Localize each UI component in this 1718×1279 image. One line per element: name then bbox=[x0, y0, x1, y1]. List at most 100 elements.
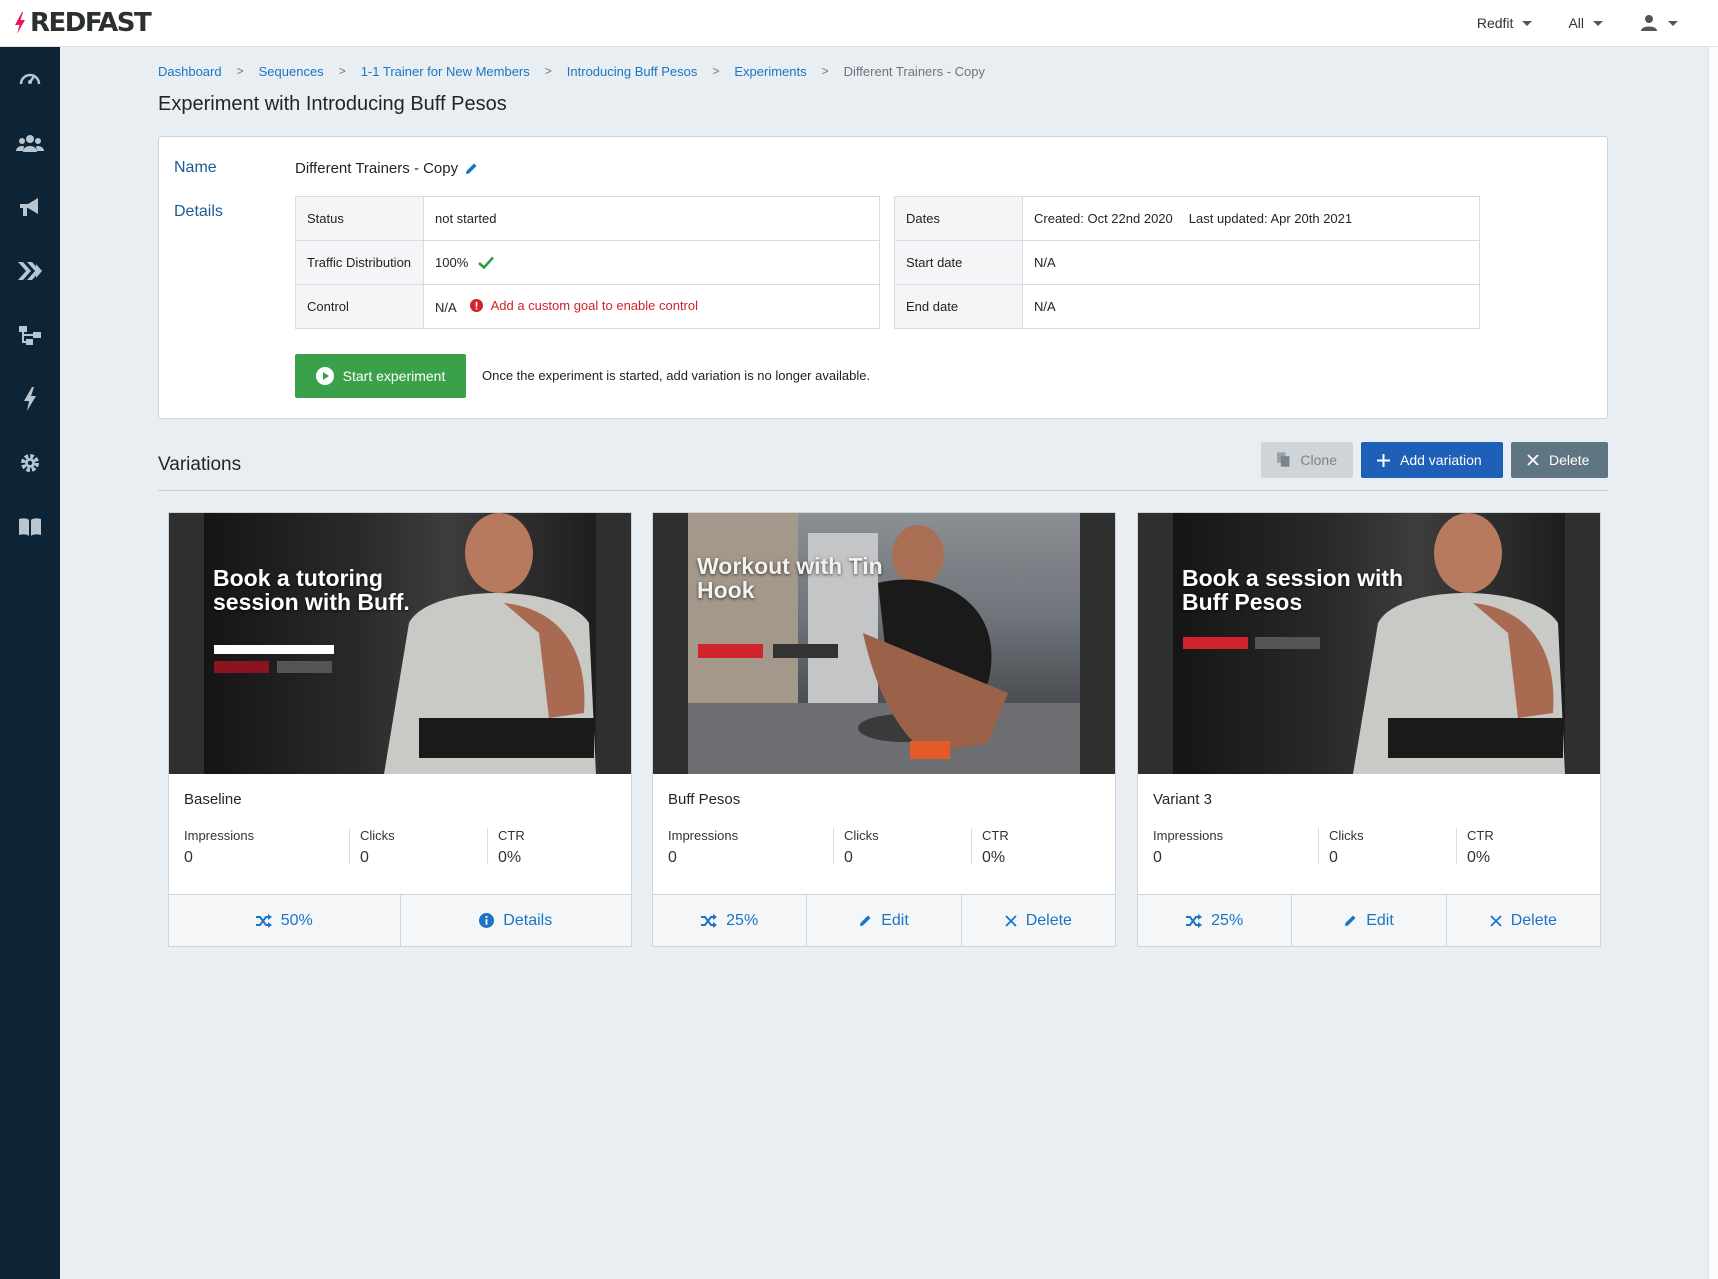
users-icon bbox=[16, 135, 44, 152]
delete-label: Delete bbox=[1549, 452, 1590, 468]
variation-stats: Impressions 0 Clicks 0 CTR 0% bbox=[668, 828, 1092, 866]
sidebar-item-users[interactable] bbox=[0, 111, 60, 175]
pencil-icon[interactable] bbox=[465, 162, 478, 175]
variation-preview-image[interactable]: Workout with Tin Hook bbox=[653, 513, 1115, 774]
clicks-stat: Clicks 0 bbox=[350, 828, 488, 866]
ctr-stat: CTR 0% bbox=[1467, 828, 1494, 866]
play-circle-icon bbox=[315, 367, 334, 385]
details-label: Details bbox=[174, 203, 223, 220]
dates-table: Dates Created: Oct 22nd 2020 Last updated… bbox=[894, 196, 1480, 329]
clicks-stat: Clicks 0 bbox=[1319, 828, 1457, 866]
bolt-logo-icon bbox=[15, 12, 25, 34]
variation-name: Baseline bbox=[184, 791, 242, 808]
close-icon bbox=[1490, 914, 1502, 927]
traffic-split-button[interactable]: 25% bbox=[653, 895, 806, 946]
control-key: Control bbox=[295, 284, 424, 329]
start-experiment-label: Start experiment bbox=[342, 368, 446, 384]
breadcrumb-dashboard[interactable]: Dashboard bbox=[158, 64, 222, 79]
start-date-row: Start date N/A bbox=[894, 240, 1480, 285]
delete-variation-button[interactable]: Delete bbox=[1445, 895, 1600, 946]
breadcrumb-campaign[interactable]: Introducing Buff Pesos bbox=[567, 64, 698, 79]
sidebar-item-docs[interactable] bbox=[0, 495, 60, 559]
variation-actions: 50% Details bbox=[169, 894, 631, 946]
sidebar-item-settings[interactable] bbox=[0, 431, 60, 495]
delete-variation-button[interactable]: Delete bbox=[960, 895, 1115, 946]
breadcrumb-sequence[interactable]: 1-1 Trainer for New Members bbox=[361, 64, 530, 79]
user-menu[interactable] bbox=[1639, 13, 1678, 33]
control-error: Add a custom goal to enable control bbox=[469, 298, 698, 313]
copy-icon bbox=[1277, 452, 1290, 467]
traffic-row: Traffic Distribution 100% bbox=[295, 240, 880, 285]
variation-name: Buff Pesos bbox=[668, 791, 741, 808]
breadcrumb: Dashboard > Sequences > 1-1 Trainer for Ne… bbox=[158, 64, 986, 79]
traffic-split-button[interactable]: 50% bbox=[169, 895, 400, 946]
variation-card-variant-3: Book a session with Buff Pesos Variant 3… bbox=[1137, 512, 1601, 947]
gear-icon bbox=[21, 454, 39, 472]
sidebar-item-flows[interactable] bbox=[0, 303, 60, 367]
org-dropdown[interactable]: Redfit bbox=[1477, 15, 1533, 31]
variation-stats: Impressions 0 Clicks 0 CTR 0% bbox=[184, 828, 608, 866]
megaphone-icon bbox=[20, 198, 38, 216]
impressions-stat: Impressions 0 bbox=[668, 828, 834, 866]
variation-actions: 25% Edit Delete bbox=[653, 894, 1115, 946]
shuffle-icon bbox=[255, 913, 272, 928]
add-variation-button[interactable]: Add variation bbox=[1361, 442, 1503, 478]
book-icon bbox=[19, 518, 41, 536]
filter-dropdown[interactable]: All bbox=[1568, 15, 1603, 31]
logo-text: REDFAST bbox=[30, 8, 152, 38]
experiment-name: Different Trainers - Copy bbox=[295, 160, 478, 177]
traffic-split-button[interactable]: 25% bbox=[1138, 895, 1291, 946]
sidebar-item-dashboard[interactable] bbox=[0, 47, 60, 111]
impressions-stat: Impressions 0 bbox=[184, 828, 350, 866]
ctr-stat: CTR 0% bbox=[498, 828, 525, 866]
filter-label: All bbox=[1568, 15, 1584, 31]
add-variation-label: Add variation bbox=[1400, 452, 1482, 468]
start-date-key: Start date bbox=[894, 240, 1023, 285]
experiment-panel: Name Different Trainers - Copy Details S… bbox=[158, 136, 1608, 419]
edit-button[interactable]: Edit bbox=[1291, 895, 1445, 946]
dates-row: Dates Created: Oct 22nd 2020 Last updated… bbox=[894, 196, 1480, 241]
traffic-value: 100% bbox=[435, 255, 469, 270]
sitemap-icon bbox=[19, 326, 41, 345]
sidebar-item-campaigns[interactable] bbox=[0, 175, 60, 239]
clone-label: Clone bbox=[1300, 452, 1337, 468]
divider bbox=[158, 490, 1608, 491]
traffic-cell: 100% bbox=[423, 240, 880, 285]
shuffle-icon bbox=[701, 913, 718, 928]
redfast-logo[interactable]: REDFAST bbox=[14, 8, 152, 38]
sidebar-item-sequences[interactable] bbox=[0, 239, 60, 303]
details-button[interactable]: Details bbox=[399, 895, 632, 946]
variation-preview-image[interactable]: Book a tutoring session with Buff. bbox=[169, 513, 631, 774]
control-row: Control N/A Add a custom goal to enable … bbox=[295, 284, 880, 329]
start-date-value: N/A bbox=[1022, 240, 1480, 285]
sidebar bbox=[0, 47, 60, 1279]
status-key: Status bbox=[295, 196, 424, 241]
status-value: not started bbox=[423, 196, 880, 241]
created-date: Created: Oct 22nd 2020 bbox=[1034, 211, 1173, 226]
end-date-row: End date N/A bbox=[894, 284, 1480, 329]
user-icon bbox=[1641, 15, 1657, 31]
shuffle-icon bbox=[1186, 913, 1203, 928]
updated-date: Last updated: Apr 20th 2021 bbox=[1188, 211, 1353, 226]
breadcrumb-sequences[interactable]: Sequences bbox=[259, 64, 324, 79]
variation-actions: 25% Edit Delete bbox=[1138, 894, 1600, 946]
variations-toolbar: Clone Add variation Delete bbox=[1253, 442, 1608, 478]
control-value: N/A bbox=[435, 300, 456, 315]
sidebar-item-triggers[interactable] bbox=[0, 367, 60, 431]
end-date-key: End date bbox=[894, 284, 1023, 329]
variation-card-baseline: Book a tutoring session with Buff. Basel… bbox=[168, 512, 632, 947]
edit-button[interactable]: Edit bbox=[806, 895, 960, 946]
variations-title: Variations bbox=[158, 454, 242, 475]
plus-icon bbox=[1377, 453, 1390, 467]
clone-button[interactable]: Clone bbox=[1261, 442, 1353, 478]
close-icon bbox=[1527, 454, 1539, 466]
delete-experiment-button[interactable]: Delete bbox=[1511, 442, 1608, 478]
start-experiment-button[interactable]: Start experiment bbox=[295, 354, 466, 398]
dates-key: Dates bbox=[894, 196, 1023, 241]
breadcrumb-experiments[interactable]: Experiments bbox=[734, 64, 806, 79]
scrollbar[interactable] bbox=[1708, 47, 1718, 1279]
variation-preview-image[interactable]: Book a session with Buff Pesos bbox=[1138, 513, 1600, 774]
breadcrumb-current: Different Trainers - Copy bbox=[843, 64, 986, 79]
chevrons-icon bbox=[18, 262, 42, 280]
error-icon bbox=[469, 299, 483, 312]
